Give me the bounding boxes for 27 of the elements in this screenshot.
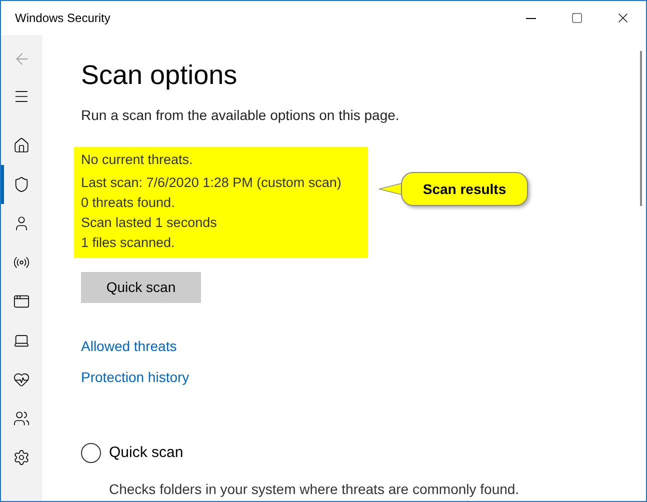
scan-status-text: 0 threats found. [81,194,176,212]
maximize-icon [571,12,583,24]
window-title: Windows Security [15,10,110,27]
callout-label: Scan results [401,172,528,206]
browser-window-icon [13,293,30,310]
antenna-icon [13,254,30,271]
menu-icon [13,88,30,105]
link[interactable]: Allowed threats [81,337,177,356]
scan-status-text: No current threats. [81,151,194,169]
page-description: Run a scan from the available options on this page. [81,106,400,125]
scan-status-text: 1 files scanned. [81,234,176,252]
family-icon [13,410,30,427]
quick-scan-button[interactable]: Quick scan [81,272,201,303]
radio-button[interactable] [81,443,101,464]
shield-icon [13,176,30,193]
scan-status-text: Last scan: 7/6/2020 1:28 PM (custom scan) [81,174,342,192]
radio-option[interactable]: Quick scan [81,442,646,464]
home-icon [13,137,30,154]
option-description: Checks folders in your system where threats are commonly found. [109,480,520,499]
scrollbar[interactable] [640,51,642,206]
scan-status-text: Scan lasted 1 seconds [81,214,218,232]
page-title: Scan options [81,59,238,91]
link[interactable]: Protection history [81,368,190,387]
laptop-icon [13,332,30,349]
person-icon [13,215,30,232]
settings-icon [13,449,30,466]
heart-pulse-icon [13,371,30,388]
